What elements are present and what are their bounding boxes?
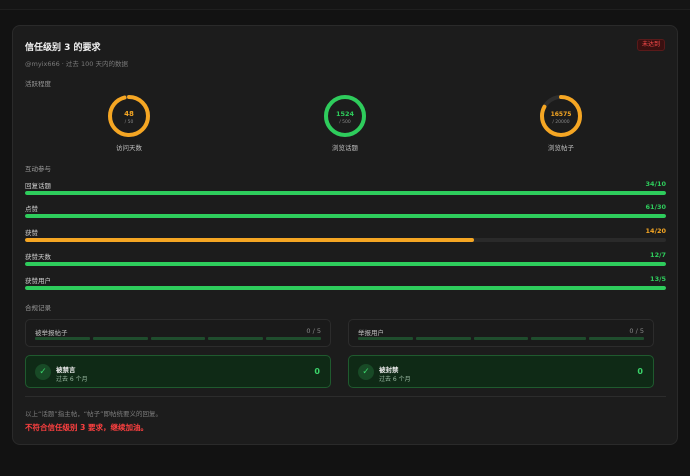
reported-users-box: 举报用户 0 / 5 <box>348 319 654 347</box>
progress-track <box>25 214 666 218</box>
progress-label: 点赞 <box>25 205 38 213</box>
progress-value: 12/7 <box>650 251 666 259</box>
segment <box>208 337 264 340</box>
section-label-activity: 活跃程度 <box>25 80 51 88</box>
gauge-ring: 48 / 50 <box>108 95 150 137</box>
check-icon: ✓ <box>358 364 374 380</box>
status-title: 被封禁 <box>379 366 399 374</box>
progress-value: 13/5 <box>650 275 666 283</box>
footer-note: 以上“话题”指主帖，“帖子”即帖统要义的回复。 <box>25 410 162 418</box>
gauge-browse-posts: 16575 / 20000 浏览帖子 <box>531 94 591 152</box>
segment <box>35 337 90 340</box>
divider <box>25 396 666 397</box>
progress-label: 回复话题 <box>25 182 51 190</box>
gauge-caption: 浏览话题 <box>332 144 358 152</box>
result-message: 不符合信任级别 3 要求，继续加油。 <box>25 423 148 432</box>
reported-posts-box: 被举报帖子 0 / 5 <box>25 319 331 347</box>
gauge-value: 48 <box>124 110 134 118</box>
progress-fill <box>25 214 666 218</box>
violation-label: 被举报帖子 <box>35 329 68 337</box>
progress-fill <box>25 191 666 195</box>
gauge-value: 1524 <box>336 110 355 118</box>
progress-track <box>25 238 666 242</box>
segment <box>589 337 644 340</box>
segment <box>473 337 529 340</box>
segment <box>358 337 413 340</box>
section-label-interaction: 互动参与 <box>25 165 51 173</box>
segment <box>531 337 587 340</box>
gauge-browse-topics: 1524 / 500 浏览话题 <box>315 94 375 152</box>
status-period: 过去 6 个月 <box>56 376 88 383</box>
violation-segments <box>358 337 644 340</box>
segment <box>415 337 471 340</box>
progress-value: 61/30 <box>645 203 666 211</box>
status-badge: 未达到 <box>636 39 665 51</box>
progress-value: 14/20 <box>645 227 666 235</box>
violation-label: 举报用户 <box>358 329 384 337</box>
violation-count: 0 / 5 <box>306 327 321 335</box>
silenced-status-box: ✓ 被禁言 过去 6 个月 0 <box>25 355 331 388</box>
progress-fill <box>25 262 666 266</box>
progress-label: 获赞天数 <box>25 253 51 261</box>
violation-segments <box>35 337 321 340</box>
card-title: 信任级别 3 的要求 <box>25 43 101 53</box>
gauge-target: / 20000 <box>552 119 569 125</box>
segment <box>150 337 206 340</box>
gauge-ring: 16575 / 20000 <box>540 95 582 137</box>
violation-count: 0 / 5 <box>629 327 644 335</box>
gauge-ring: 1524 / 500 <box>324 95 366 137</box>
gauge-visit-days: 48 / 50 访问天数 <box>99 94 159 152</box>
suspended-status-box: ✓ 被封禁 过去 6 个月 0 <box>348 355 654 388</box>
status-title: 被禁言 <box>56 366 76 374</box>
status-value: 0 <box>314 367 320 376</box>
section-label-compliance: 合规记录 <box>25 304 51 312</box>
progress-track <box>25 191 666 195</box>
progress-track <box>25 262 666 266</box>
progress-value: 34/10 <box>645 180 666 188</box>
progress-label: 获赞用户 <box>25 277 51 285</box>
gauge-target: / 50 <box>125 119 134 125</box>
gauge-target: / 500 <box>339 119 351 125</box>
progress-fill <box>25 238 474 242</box>
segment <box>266 337 321 340</box>
check-icon: ✓ <box>35 364 51 380</box>
status-value: 0 <box>637 367 643 376</box>
segment <box>92 337 148 340</box>
top-bar <box>0 0 690 10</box>
status-period: 过去 6 个月 <box>379 376 411 383</box>
trust-level-card: 信任级别 3 的要求 未达到 @myix666 · 过去 100 天内的数据 活… <box>12 25 678 445</box>
gauge-value: 16575 <box>551 111 572 118</box>
card-subtitle: @myix666 · 过去 100 天内的数据 <box>25 60 128 68</box>
progress-fill <box>25 286 666 290</box>
gauge-caption: 访问天数 <box>116 144 142 152</box>
gauge-caption: 浏览帖子 <box>548 144 574 152</box>
progress-label: 获赞 <box>25 229 38 237</box>
progress-track <box>25 286 666 290</box>
